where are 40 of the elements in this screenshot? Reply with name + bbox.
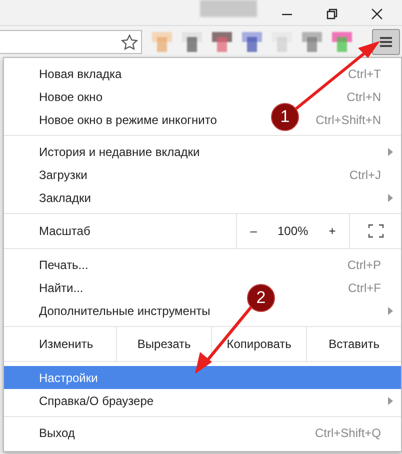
submenu-arrow-icon — [388, 307, 393, 315]
fullscreen-icon[interactable] — [368, 224, 384, 238]
menu-item[interactable]: История и недавние вкладки — [39, 144, 200, 158]
menu-item[interactable]: Выход — [39, 426, 75, 440]
shortcut-text: Ctrl+F — [348, 280, 381, 294]
menu-item[interactable]: Новое окно — [39, 90, 102, 104]
star-icon[interactable] — [121, 34, 138, 50]
menu-item[interactable]: Дополнительные инструменты — [39, 304, 210, 318]
menu-icon — [379, 36, 393, 48]
menu-item[interactable]: Загрузки — [39, 168, 88, 182]
restore-icon[interactable] — [326, 8, 338, 20]
menu-item[interactable]: Новая вкладка — [39, 66, 122, 80]
blurred-label — [200, 0, 257, 17]
shortcut-text: Ctrl+J — [349, 168, 381, 182]
zoom-in-button[interactable]: + — [322, 224, 342, 238]
edit-label: Изменить — [38, 336, 94, 353]
submenu-arrow-icon — [388, 148, 393, 156]
zoom-value: 100% — [277, 224, 308, 238]
menu-item[interactable]: Найти... — [39, 280, 84, 294]
extension-icon[interactable] — [332, 32, 352, 52]
shortcut-text: Ctrl+N — [346, 90, 381, 104]
menu-item[interactable]: Справка/О браузере — [39, 394, 154, 408]
shortcut-text: Ctrl+P — [347, 258, 381, 272]
menu-button[interactable] — [372, 29, 400, 55]
submenu-arrow-icon — [388, 194, 393, 202]
close-icon[interactable] — [371, 8, 383, 20]
zoom-label: Масштаб — [38, 223, 92, 240]
extension-icon[interactable] — [302, 32, 322, 52]
menu-item[interactable]: Печать... — [39, 258, 88, 272]
extension-icon[interactable] — [212, 32, 232, 52]
extension-icon[interactable] — [182, 32, 202, 52]
shortcut-text: Ctrl+T — [348, 66, 381, 80]
shortcut-text: Ctrl+Shift+N — [316, 112, 381, 126]
menu-item[interactable]: Закладки — [39, 190, 91, 204]
extension-icon[interactable] — [242, 32, 262, 52]
submenu-arrow-icon — [388, 397, 393, 405]
menu-item[interactable]: Настройки — [4, 366, 401, 389]
zoom-out-button[interactable]: – — [244, 224, 263, 238]
shortcut-text: Ctrl+Shift+Q — [314, 426, 381, 440]
menu-item[interactable]: Новое окно в режиме инкогнито — [39, 112, 217, 126]
